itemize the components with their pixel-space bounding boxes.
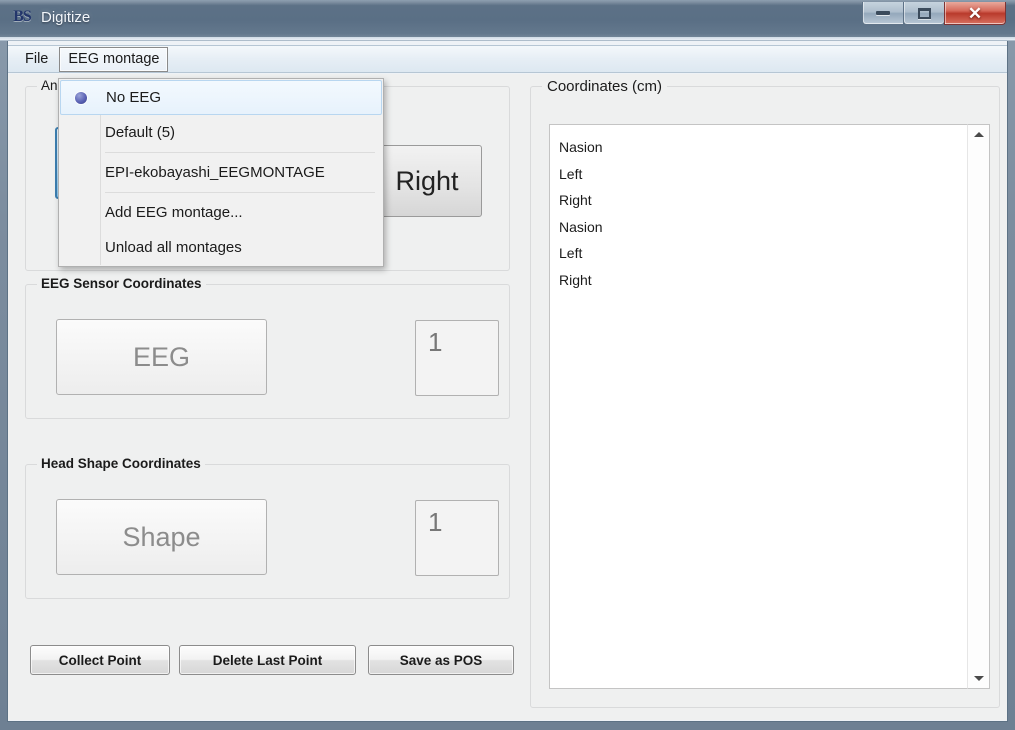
menu-item-eeg-montage[interactable]: EEG montage — [59, 47, 168, 72]
list-item[interactable]: Nasion — [559, 134, 967, 161]
minimize-button[interactable] — [862, 2, 904, 25]
delete-last-point-button[interactable]: Delete Last Point — [179, 645, 356, 675]
menu-option-label: Add EEG montage... — [105, 204, 243, 221]
menu-option-epi-ekobayashi[interactable]: EPI-ekobayashi_EEGMONTAGE — [59, 155, 383, 190]
menu-option-label: Default (5) — [105, 124, 175, 141]
menu-option-no-eeg[interactable]: No EEG — [60, 80, 382, 115]
maximize-icon — [918, 8, 931, 19]
shape-button[interactable]: Shape — [56, 499, 267, 575]
menu-option-label: EPI-ekobayashi_EEGMONTAGE — [105, 164, 325, 181]
close-icon: ✕ — [968, 5, 982, 22]
window-title: Digitize — [41, 9, 90, 26]
shape-count-field[interactable]: 1 — [415, 500, 499, 576]
coordinates-list[interactable]: Nasion Left Right Nasion Left Right — [549, 124, 967, 689]
right-landmark-button[interactable]: Right — [372, 145, 482, 217]
save-as-pos-button[interactable]: Save as POS — [368, 645, 514, 675]
brainstorm-icon: BS — [12, 7, 32, 27]
list-item[interactable]: Right — [559, 267, 967, 294]
coordinates-group: Coordinates (cm) Nasion Left Right Nasio… — [530, 86, 1000, 708]
coordinates-title: Coordinates (cm) — [542, 78, 667, 95]
menu-option-label: No EEG — [106, 89, 161, 106]
menu-item-file[interactable]: File — [16, 47, 57, 72]
eeg-sensor-coordinates-title: EEG Sensor Coordinates — [37, 276, 206, 291]
list-item[interactable]: Nasion — [559, 214, 967, 241]
scroll-up-arrow-icon — [974, 132, 984, 137]
title-bar: BS Digitize ✕ — [0, 0, 1015, 41]
scroll-up-button[interactable] — [968, 125, 989, 144]
menu-separator — [105, 152, 375, 153]
menu-separator — [105, 192, 375, 193]
maximize-button[interactable] — [903, 2, 945, 25]
application-window: BS Digitize ✕ File EEG montage Anatomica… — [0, 0, 1015, 730]
head-shape-coordinates-group: Head Shape Coordinates Shape 1 — [25, 464, 510, 599]
menu-option-add-eeg-montage[interactable]: Add EEG montage... — [59, 195, 383, 230]
scroll-down-arrow-icon — [974, 676, 984, 681]
title-bar-left: BS Digitize — [12, 7, 90, 27]
menu-bar: File EEG montage — [8, 45, 1007, 73]
eeg-count-field[interactable]: 1 — [415, 320, 499, 396]
list-item[interactable]: Right — [559, 187, 967, 214]
menu-option-unload-all-montages[interactable]: Unload all montages — [59, 230, 383, 265]
coordinates-scrollbar[interactable] — [967, 124, 990, 689]
menu-option-default[interactable]: Default (5) — [59, 115, 383, 150]
minimize-icon — [876, 11, 890, 15]
list-item[interactable]: Left — [559, 161, 967, 188]
collect-point-button[interactable]: Collect Point — [30, 645, 170, 675]
head-shape-coordinates-title: Head Shape Coordinates — [37, 456, 205, 471]
scroll-down-button[interactable] — [968, 669, 989, 688]
eeg-montage-dropdown-menu: No EEG Default (5) EPI-ekobayashi_EEGMON… — [58, 78, 384, 267]
eeg-button[interactable]: EEG — [56, 319, 267, 395]
list-item[interactable]: Left — [559, 240, 967, 267]
menu-option-label: Unload all montages — [105, 239, 242, 256]
window-controls: ✕ — [863, 2, 1006, 25]
eeg-sensor-coordinates-group: EEG Sensor Coordinates EEG 1 — [25, 284, 510, 419]
radio-selected-icon — [75, 92, 87, 104]
close-button[interactable]: ✕ — [944, 2, 1006, 25]
